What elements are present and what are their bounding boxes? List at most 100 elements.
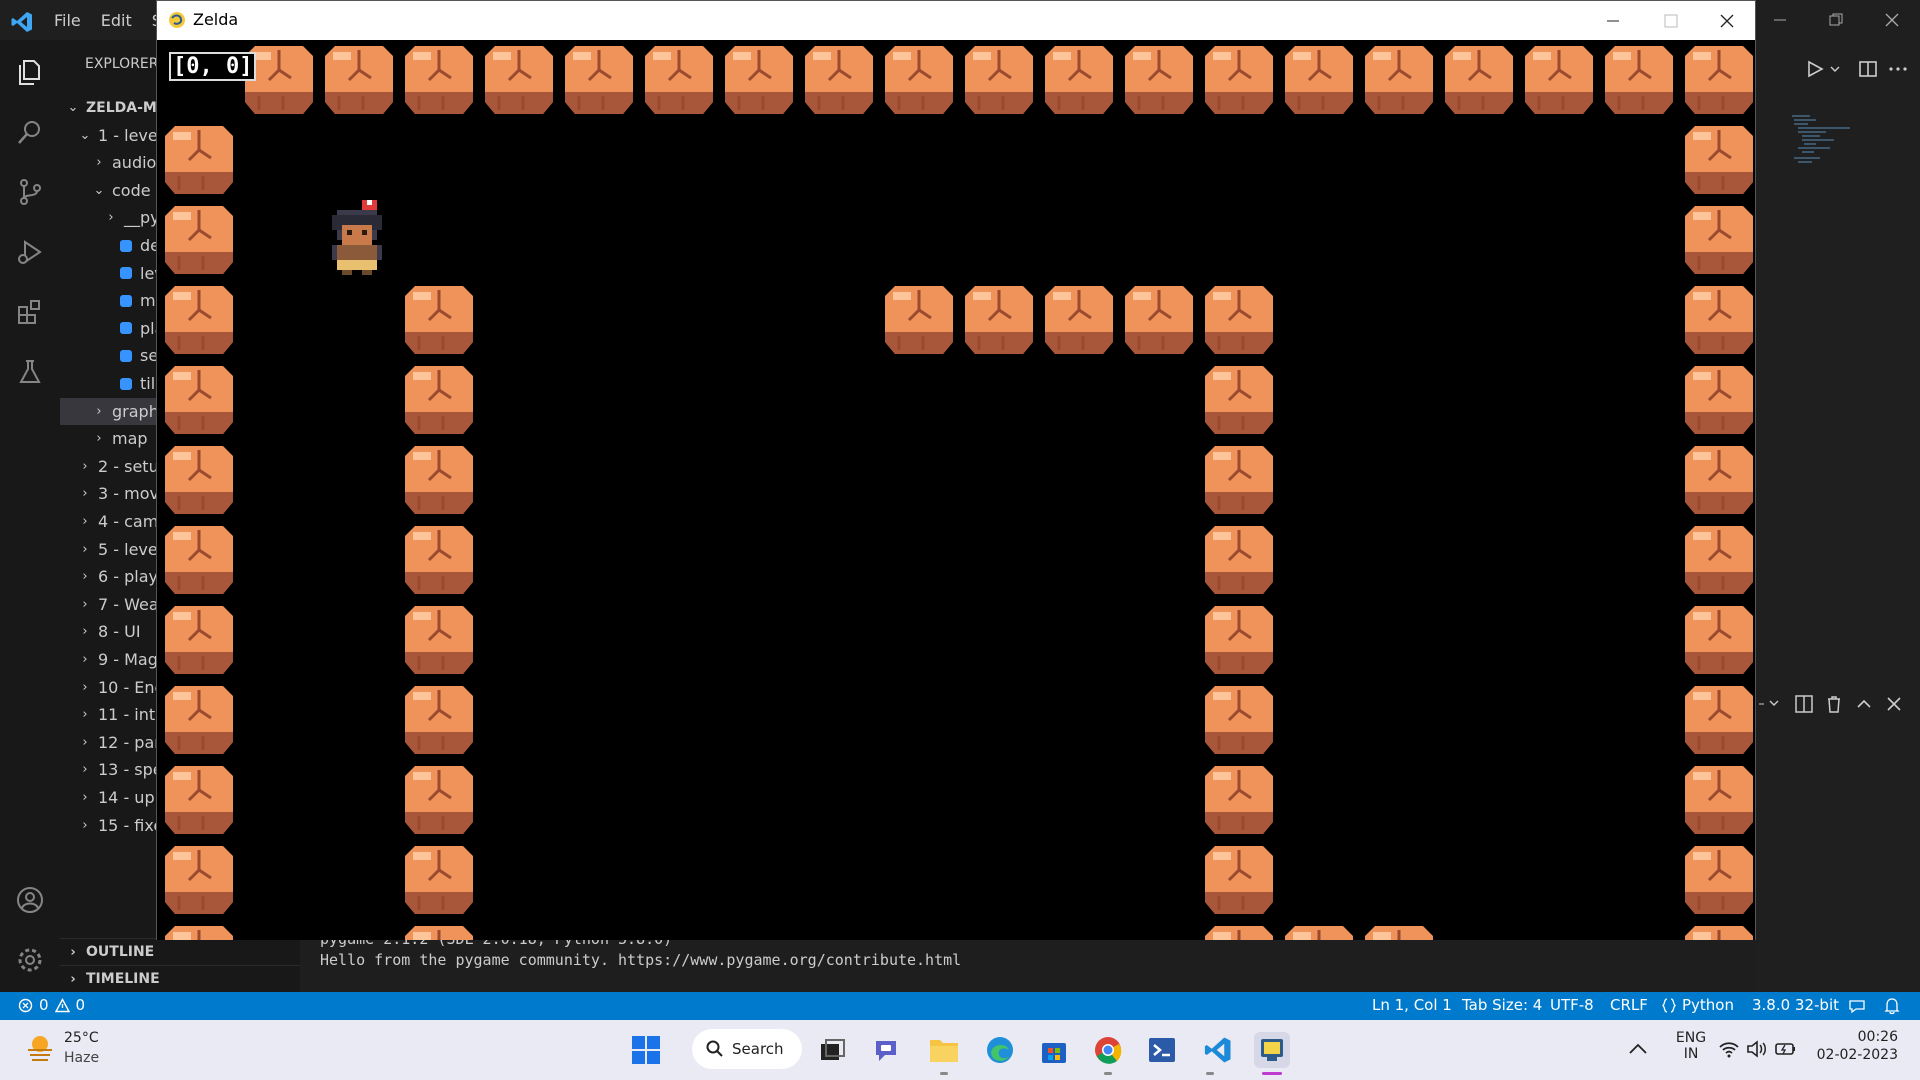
rock-tile: [1685, 686, 1753, 754]
cursor-position[interactable]: Ln 1, Col 1: [1372, 996, 1452, 1014]
maximize-icon: [1664, 14, 1678, 27]
edge-app[interactable]: [982, 1032, 1018, 1068]
outline-label: OUTLINE: [86, 944, 155, 960]
panel-dropdown-icon[interactable]: [1758, 696, 1782, 712]
rock-tile: [405, 526, 473, 594]
minimap[interactable]: [1790, 112, 1890, 182]
menu-edit[interactable]: Edit: [101, 11, 132, 30]
python-file-icon: [120, 349, 132, 362]
clock[interactable]: 00:26 02-02-2023: [1816, 1029, 1898, 1063]
chevron-right-icon: ›: [96, 403, 102, 419]
tree-item-label: 11 - inte: [98, 705, 166, 725]
tree-item-label: 6 - play: [98, 567, 158, 587]
timeline-section[interactable]: › TIMELINE: [60, 965, 300, 992]
restore-icon: [1829, 13, 1843, 26]
chevron-right-icon: ›: [70, 971, 76, 987]
vscode-close-button[interactable]: [1864, 0, 1920, 40]
python-icon: [1261, 1039, 1283, 1061]
rock-tile: [165, 526, 233, 594]
rock-tile: [565, 46, 633, 114]
run-debug-icon[interactable]: [12, 234, 48, 270]
python-interpreter[interactable]: 3.8.0 32-bit: [1752, 996, 1839, 1014]
testing-icon[interactable]: [12, 354, 48, 390]
error-icon: [18, 998, 33, 1012]
vscode-restore-button[interactable]: [1808, 0, 1864, 40]
python-app[interactable]: [1254, 1032, 1290, 1068]
chevron-right-icon: ›: [82, 762, 88, 778]
run-file-icon[interactable]: [1806, 60, 1826, 78]
rock-tile: [1685, 846, 1753, 914]
weather-haze-icon[interactable]: [24, 1032, 56, 1064]
taskbar-search[interactable]: Search: [692, 1029, 802, 1069]
start-button[interactable]: [628, 1032, 664, 1068]
battery-icon[interactable]: [1774, 1041, 1798, 1057]
search-icon[interactable]: [12, 114, 48, 150]
close-panel-icon[interactable]: [1886, 696, 1902, 712]
language-mode[interactable]: Python: [1662, 996, 1734, 1014]
show-hidden-icons-chevron-icon[interactable]: [1628, 1042, 1648, 1056]
maximize-panel-icon[interactable]: [1856, 696, 1872, 712]
activity-bar: [0, 40, 60, 992]
tree-item-label: 9 - Mag: [98, 650, 158, 669]
trash-icon[interactable]: [1824, 694, 1844, 714]
explorer-icon[interactable]: [12, 54, 48, 90]
feedback-icon[interactable]: [1848, 998, 1866, 1014]
chrome-app[interactable]: [1090, 1032, 1126, 1068]
problems-status[interactable]: 0 0: [18, 996, 85, 1014]
split-terminal-icon[interactable]: [1794, 694, 1814, 714]
more-actions-icon[interactable]: [1888, 66, 1908, 72]
notifications-bell-icon[interactable]: [1884, 997, 1900, 1015]
tab-size[interactable]: Tab Size: 4: [1462, 996, 1542, 1014]
pygame-minimize-button[interactable]: [1585, 1, 1641, 40]
encoding[interactable]: UTF-8: [1550, 996, 1594, 1014]
python-file-icon: [120, 239, 132, 252]
language-indicator[interactable]: ENG IN: [1668, 1030, 1714, 1062]
menu-file[interactable]: File: [54, 11, 81, 30]
store-app[interactable]: [1036, 1032, 1072, 1068]
game-canvas[interactable]: [0, 0]: [157, 40, 1755, 940]
rock-tile: [1685, 526, 1753, 594]
settings-gear-icon[interactable]: [12, 942, 48, 978]
file-explorer-app[interactable]: [926, 1032, 962, 1068]
task-view-button[interactable]: [814, 1032, 850, 1068]
powershell-app[interactable]: [1144, 1032, 1180, 1068]
line-ending[interactable]: CRLF: [1610, 996, 1648, 1014]
rock-tile: [165, 926, 233, 940]
extensions-icon[interactable]: [12, 294, 48, 330]
rock-tile: [1205, 686, 1273, 754]
tree-item-label: 13 - spe: [98, 760, 163, 780]
explorer-title: EXPLORER: [85, 56, 159, 72]
pygame-close-button[interactable]: [1699, 1, 1755, 40]
rock-tile: [965, 286, 1033, 354]
rock-tile: [405, 46, 473, 114]
python-active-indicator: [1262, 1072, 1282, 1075]
rock-tile: [1045, 286, 1113, 354]
outline-section[interactable]: › OUTLINE: [60, 938, 300, 965]
vscode-minimize-button[interactable]: [1752, 0, 1808, 40]
chevron-right-icon: ›: [108, 210, 114, 226]
chat-app[interactable]: [870, 1032, 906, 1068]
rock-tile: [965, 46, 1033, 114]
rock-tile: [1205, 446, 1273, 514]
pygame-maximize-button[interactable]: [1643, 1, 1699, 40]
rock-tile: [325, 46, 393, 114]
vscode-app[interactable]: [1200, 1032, 1236, 1068]
accounts-icon[interactable]: [12, 882, 48, 918]
coordinate-readout: [0, 0]: [169, 52, 257, 81]
split-editor-icon[interactable]: [1858, 60, 1878, 78]
weather-temp: 25°C: [64, 1030, 99, 1046]
rock-tile: [1045, 46, 1113, 114]
tree-item-label: 10 - Ene: [98, 677, 165, 697]
rock-tile: [165, 606, 233, 674]
tree-item-label: graph: [112, 401, 159, 421]
warning-icon: [54, 997, 70, 1012]
volume-icon[interactable]: [1746, 1039, 1768, 1059]
task-view-icon: [821, 1039, 845, 1060]
source-control-icon[interactable]: [12, 174, 48, 210]
chevron-down-icon[interactable]: [1830, 64, 1840, 74]
warning-count: 0: [75, 996, 86, 1014]
close-icon: [1720, 14, 1734, 27]
rock-tile: [165, 366, 233, 434]
wifi-icon[interactable]: [1718, 1040, 1740, 1058]
pygame-window: Zelda [0, 0]: [156, 0, 1756, 940]
